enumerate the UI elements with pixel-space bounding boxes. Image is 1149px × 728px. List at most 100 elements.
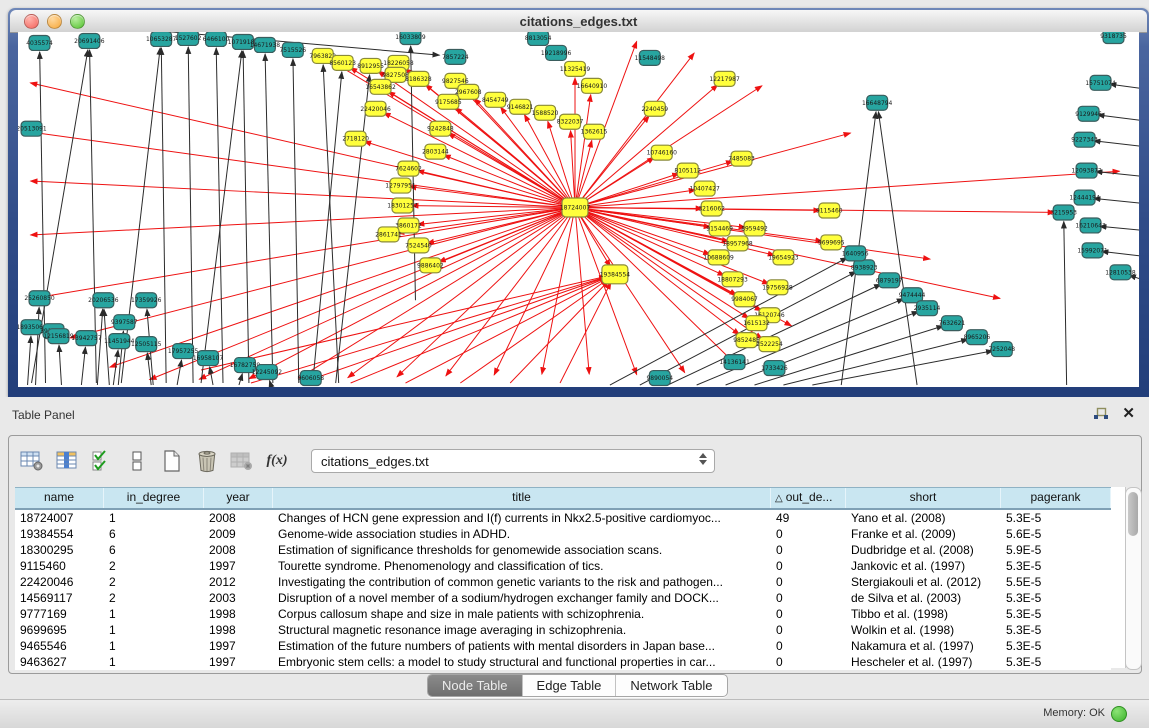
node-table: namein_degreeyeartitle△out_de...shortpag… [15, 487, 1111, 670]
graph-node-label: 18807293 [717, 276, 748, 283]
graph-node-label: 8105112 [674, 168, 701, 175]
function-builder-button[interactable]: f(x) [264, 447, 290, 475]
table-cell: 1 [104, 654, 204, 670]
graph-edge [265, 54, 273, 383]
trash-icon-button[interactable] [194, 447, 220, 475]
table-cell: 0 [771, 574, 846, 590]
table-row[interactable]: 1830029562008Estimation of significance … [15, 542, 1111, 558]
select-checkmarks-button[interactable] [89, 447, 115, 475]
table-row[interactable]: 977716911998Corpus callosum shape and si… [15, 606, 1111, 622]
window-title-bar[interactable]: citations_edges.txt [10, 10, 1147, 33]
table-row[interactable]: 1872400712008Changes of HCN gene express… [15, 510, 1111, 526]
graph-node-label: 2967608 [455, 89, 482, 96]
graph-node-label: 12797951 [385, 183, 416, 190]
tab-network-table[interactable]: Network Table [615, 675, 726, 696]
graph-node-label: 7515526 [280, 47, 307, 54]
graph-node-label: 16033809 [395, 34, 426, 41]
graph-node-label: 8959492 [741, 225, 768, 232]
graph-node-label: 12444194 [1069, 195, 1100, 202]
table-cell: 14569117 [15, 590, 104, 606]
table-selector-dropdown[interactable]: citations_edges.txt [311, 449, 715, 473]
sort-ascending-icon: △ [775, 493, 783, 504]
table-cell: 5.3E-5 [1001, 590, 1111, 606]
graph-node-label: 2240459 [641, 106, 668, 113]
graph-node-label: 8186328 [405, 76, 432, 83]
table-row[interactable]: 946554611997Estimation of the future num… [15, 638, 1111, 654]
graph-node-label: 9318735 [1100, 33, 1127, 40]
graph-node-label: 1362615 [581, 129, 608, 136]
table-settings-button[interactable] [19, 447, 45, 475]
graph-node-label: 9606058 [297, 375, 324, 382]
table-row[interactable]: 2242004622012Investigating the contribut… [15, 574, 1111, 590]
column-header-short[interactable]: short [846, 488, 1001, 508]
table-cell: 1997 [204, 558, 273, 574]
graph-node-label: 10407427 [689, 186, 720, 193]
close-window-button[interactable] [24, 14, 39, 29]
column-header-title[interactable]: title [273, 488, 771, 508]
table-cell: 18300295 [15, 542, 104, 558]
table-cell: 0 [771, 606, 846, 622]
table-cell: 2008 [204, 542, 273, 558]
graph-node-label: 1733426 [761, 365, 788, 372]
graph-edge [510, 281, 608, 383]
row-height-button[interactable] [124, 447, 150, 475]
column-header-in_degree[interactable]: in_degree [104, 488, 204, 508]
table-cell: Jankovic et al. (1997) [846, 558, 1001, 574]
table-cell: Embryonic stem cells: a model to study s… [273, 654, 771, 670]
network-canvas[interactable]: 4035574206914061065328715276026466100107… [18, 32, 1139, 387]
graph-edge [293, 59, 299, 383]
column-header-out_de[interactable]: △out_de... [771, 488, 846, 508]
table-row[interactable]: 1456911722003Disruption of a novel membe… [15, 590, 1111, 606]
table-cell: 9777169 [15, 606, 104, 622]
graph-node-label: 20206536 [88, 297, 119, 304]
table-cell: 2 [104, 590, 204, 606]
table-row[interactable]: 969969511998Structural magnetic resonanc… [15, 622, 1111, 638]
citation-graph[interactable]: 4035574206914061065328715276026466100107… [18, 32, 1139, 387]
zoom-window-button[interactable] [70, 14, 85, 29]
table-cell: 18724007 [15, 510, 104, 526]
graph-node-label: 1615132 [743, 320, 770, 327]
status-bar: Memory: OK [0, 699, 1149, 728]
float-panel-icon[interactable] [1093, 407, 1109, 421]
graph-node-label: 19756928 [762, 284, 793, 291]
graph-node-label: 7485083 [728, 156, 755, 163]
graph-node-label: 19218996 [541, 50, 572, 57]
graph-node-label: 7624602 [395, 166, 422, 173]
table-cell: Stergiakouli et al. (2012) [846, 574, 1001, 590]
graph-edge [270, 381, 271, 385]
graph-node-label: 9242848 [427, 126, 454, 133]
table-scrollbar-thumb[interactable] [1128, 492, 1138, 536]
table-cell: Tibbo et al. (1998) [846, 606, 1001, 622]
graph-node-label: 9890054 [646, 375, 673, 382]
table-header-row: namein_degreeyeartitle△out_de...shortpag… [15, 487, 1111, 510]
table-cell: 5.3E-5 [1001, 606, 1111, 622]
table-row[interactable]: 1938455462009Genome-wide association stu… [15, 526, 1111, 542]
graph-node-label: 11548498 [635, 55, 666, 62]
table-cell: 5.3E-5 [1001, 510, 1111, 526]
graph-node-label: 10746160 [647, 150, 678, 157]
minimize-window-button[interactable] [47, 14, 62, 29]
table-cell: Corpus callosum shape and size in male p… [273, 606, 771, 622]
column-header-pagerank[interactable]: pagerank [1001, 488, 1111, 508]
graph-node-label: 8912955 [357, 63, 384, 70]
new-document-button[interactable] [159, 447, 185, 475]
table-toolbar: f(x) citations_edges.txt [19, 444, 715, 478]
column-visibility-button[interactable] [54, 447, 80, 475]
table-cell: Genome-wide association studies in ADHD. [273, 526, 771, 542]
tab-node-table[interactable]: Node Table [428, 675, 522, 696]
table-cell: 0 [771, 622, 846, 638]
table-scrollbar[interactable] [1125, 487, 1142, 670]
column-header-name[interactable]: name [15, 488, 104, 508]
memory-status-indicator[interactable] [1111, 706, 1127, 722]
delete-table-disabled-button[interactable] [229, 447, 255, 475]
tab-edge-table[interactable]: Edge Table [522, 675, 616, 696]
column-header-year[interactable]: year [204, 488, 273, 508]
table-cell: 5.3E-5 [1001, 558, 1111, 574]
table-row[interactable]: 946362711997Embryonic stem cells: a mode… [15, 654, 1111, 670]
graph-node-label: 15751074 [1085, 80, 1116, 87]
graph-node-label: 2803144 [422, 149, 449, 156]
close-panel-icon[interactable]: ✕ [1122, 404, 1135, 422]
table-cell: Disruption of a novel member of a sodium… [273, 590, 771, 606]
graph-edge [177, 360, 181, 385]
table-row[interactable]: 911546021997Tourette syndrome. Phenomeno… [15, 558, 1111, 574]
